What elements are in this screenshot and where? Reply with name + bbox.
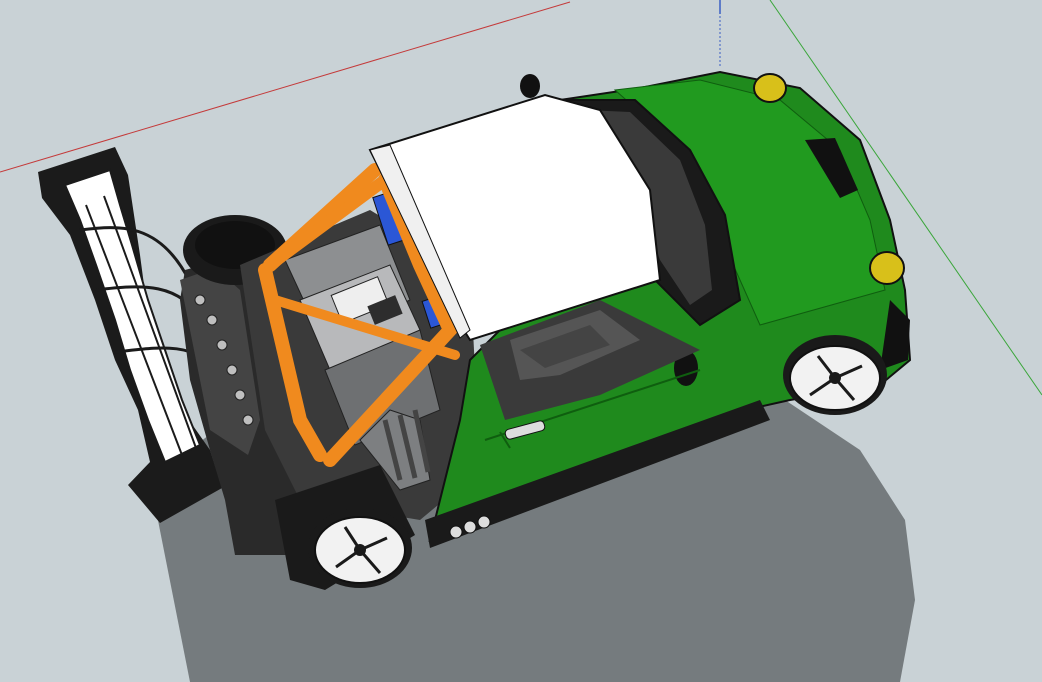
- front-right-tire[interactable]: [783, 335, 887, 415]
- model-viewport[interactable]: [0, 0, 1042, 682]
- scene-canvas[interactable]: [0, 0, 1042, 682]
- exhaust-tip-1: [449, 525, 463, 539]
- exhaust-tip-3: [477, 515, 491, 529]
- exhaust-tip-2: [463, 520, 477, 534]
- side-mirror-top[interactable]: [520, 74, 540, 98]
- headlight-left: [753, 73, 787, 103]
- headlight-right: [869, 251, 905, 285]
